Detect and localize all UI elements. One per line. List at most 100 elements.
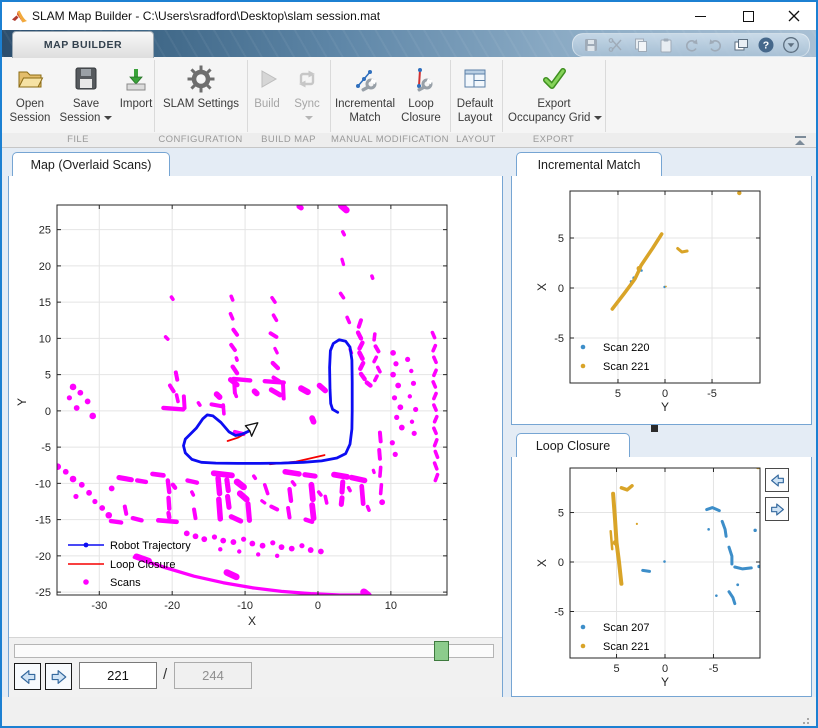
paste-icon[interactable] bbox=[657, 36, 675, 54]
close-icon bbox=[788, 10, 800, 22]
button-label: Match bbox=[349, 112, 380, 124]
total-scans-field bbox=[174, 662, 252, 689]
sync-button: Sync bbox=[289, 61, 325, 125]
arrow-left-icon bbox=[17, 666, 39, 688]
button-label: Open bbox=[16, 98, 44, 110]
incremental-match-panel bbox=[511, 176, 812, 425]
section-divider bbox=[502, 60, 503, 132]
toolstrip-ribbon: Open Session Save Session Import bbox=[2, 57, 816, 148]
button-label: SLAM Settings bbox=[163, 98, 239, 110]
arrow-right-icon bbox=[768, 500, 787, 519]
minimize-button[interactable] bbox=[678, 2, 723, 30]
sync-icon bbox=[289, 61, 325, 97]
section-label-build-map: BUILD MAP bbox=[247, 134, 330, 145]
help-icon[interactable]: ? bbox=[757, 36, 775, 54]
loop-closure-button[interactable]: Loop Closure bbox=[398, 61, 444, 125]
map-panel-tab-bar: Map (Overlaid Scans) bbox=[8, 152, 503, 177]
scan-slider-thumb[interactable] bbox=[434, 641, 449, 661]
minimize-icon bbox=[695, 16, 706, 17]
arrow-right-icon bbox=[48, 666, 70, 688]
redo-icon[interactable] bbox=[707, 36, 725, 54]
loop-closure-icon bbox=[398, 61, 444, 97]
open-session-button[interactable]: Open Session bbox=[6, 61, 54, 125]
title-bar: SLAM Map Builder - C:\Users\sradford\Des… bbox=[2, 2, 816, 30]
dropdown-caret-icon bbox=[594, 116, 602, 120]
button-label: Layout bbox=[458, 112, 493, 124]
dropdown-caret-icon bbox=[104, 116, 112, 120]
window-title: SLAM Map Builder - C:\Users\sradford\Des… bbox=[32, 9, 380, 23]
scan-slider-strip: / bbox=[9, 637, 502, 697]
cut-icon[interactable] bbox=[607, 36, 625, 54]
loop-panel-tab-bar: Loop Closure bbox=[511, 433, 812, 458]
button-label: Build bbox=[254, 98, 280, 110]
close-button[interactable] bbox=[771, 2, 816, 30]
status-strip bbox=[2, 697, 816, 726]
tab-incremental-match[interactable]: Incremental Match bbox=[516, 152, 662, 177]
tab-map-builder[interactable]: MAP BUILDER bbox=[12, 31, 154, 58]
button-label: Occupancy Grid bbox=[508, 112, 590, 124]
button-label: Loop bbox=[408, 98, 434, 110]
open-folder-icon bbox=[6, 61, 54, 97]
next-loop-closure-button[interactable] bbox=[765, 497, 789, 521]
button-label: Session bbox=[10, 112, 51, 124]
next-scan-button[interactable] bbox=[45, 663, 72, 690]
button-label: Default bbox=[457, 98, 493, 110]
button-label: Import bbox=[120, 98, 153, 110]
quick-access-toolbar: ? bbox=[572, 33, 810, 57]
section-divider bbox=[330, 60, 331, 132]
collapse-toolstrip-button[interactable] bbox=[794, 135, 808, 146]
button-label: Closure bbox=[401, 112, 441, 124]
section-label-layout: LAYOUT bbox=[450, 134, 502, 145]
resize-grip[interactable] bbox=[807, 718, 809, 720]
section-divider bbox=[450, 60, 451, 132]
save-disk-icon bbox=[58, 61, 114, 97]
copy-icon[interactable] bbox=[632, 36, 650, 54]
current-scan-input[interactable] bbox=[79, 662, 157, 689]
svg-text:?: ? bbox=[763, 40, 769, 52]
gear-icon bbox=[158, 61, 244, 97]
button-label: Incremental bbox=[335, 98, 395, 110]
slam-settings-button[interactable]: SLAM Settings bbox=[158, 61, 244, 111]
layout-icon bbox=[452, 61, 498, 97]
default-layout-button[interactable]: Default Layout bbox=[452, 61, 498, 125]
window-layout-icon[interactable] bbox=[732, 36, 750, 54]
section-label-export: EXPORT bbox=[502, 134, 605, 145]
matlab-logo-icon bbox=[11, 8, 28, 25]
toolstrip-tab-bar: MAP BUILDER ? bbox=[2, 30, 816, 57]
button-label: Export bbox=[537, 98, 570, 110]
panel-splitter-handle[interactable] bbox=[651, 425, 658, 432]
ribbon-section-labels: FILE CONFIGURATION BUILD MAP MANUAL MODI… bbox=[2, 133, 816, 147]
tab-map-overlaid-scans[interactable]: Map (Overlaid Scans) bbox=[12, 152, 170, 177]
import-button[interactable]: Import bbox=[116, 61, 156, 111]
scan-slider-track[interactable] bbox=[14, 644, 494, 658]
dropdown-caret-icon bbox=[305, 116, 313, 120]
check-icon bbox=[508, 61, 600, 97]
previous-loop-closure-button[interactable] bbox=[765, 468, 789, 492]
import-icon bbox=[116, 61, 156, 97]
more-options-icon[interactable] bbox=[782, 36, 800, 54]
incremental-panel-tab-bar: Incremental Match bbox=[511, 152, 812, 177]
slam-map-builder-window: SLAM Map Builder - C:\Users\sradford\Des… bbox=[0, 0, 818, 728]
incremental-match-icon bbox=[333, 61, 397, 97]
section-label-configuration: CONFIGURATION bbox=[154, 134, 247, 145]
maximize-button[interactable] bbox=[726, 2, 771, 30]
section-label-manual-modification: MANUAL MODIFICATION bbox=[330, 134, 450, 145]
button-label: Session bbox=[60, 112, 101, 124]
maximize-icon bbox=[743, 11, 754, 22]
incremental-match-button[interactable]: Incremental Match bbox=[333, 61, 397, 125]
button-label: Sync bbox=[294, 98, 320, 110]
tab-loop-closure[interactable]: Loop Closure bbox=[516, 433, 630, 458]
loop-closure-panel bbox=[511, 457, 812, 697]
arrow-left-icon bbox=[768, 471, 787, 490]
save-icon[interactable] bbox=[582, 36, 600, 54]
build-button: Build bbox=[248, 61, 286, 111]
section-divider bbox=[605, 60, 606, 132]
play-icon bbox=[248, 61, 286, 97]
undo-icon[interactable] bbox=[682, 36, 700, 54]
button-label: Save bbox=[73, 98, 99, 110]
previous-scan-button[interactable] bbox=[14, 663, 41, 690]
scan-count-separator: / bbox=[163, 666, 167, 683]
save-session-button[interactable]: Save Session bbox=[58, 61, 114, 125]
export-occupancy-grid-button[interactable]: Export Occupancy Grid bbox=[508, 61, 600, 125]
section-label-file: FILE bbox=[2, 134, 154, 145]
